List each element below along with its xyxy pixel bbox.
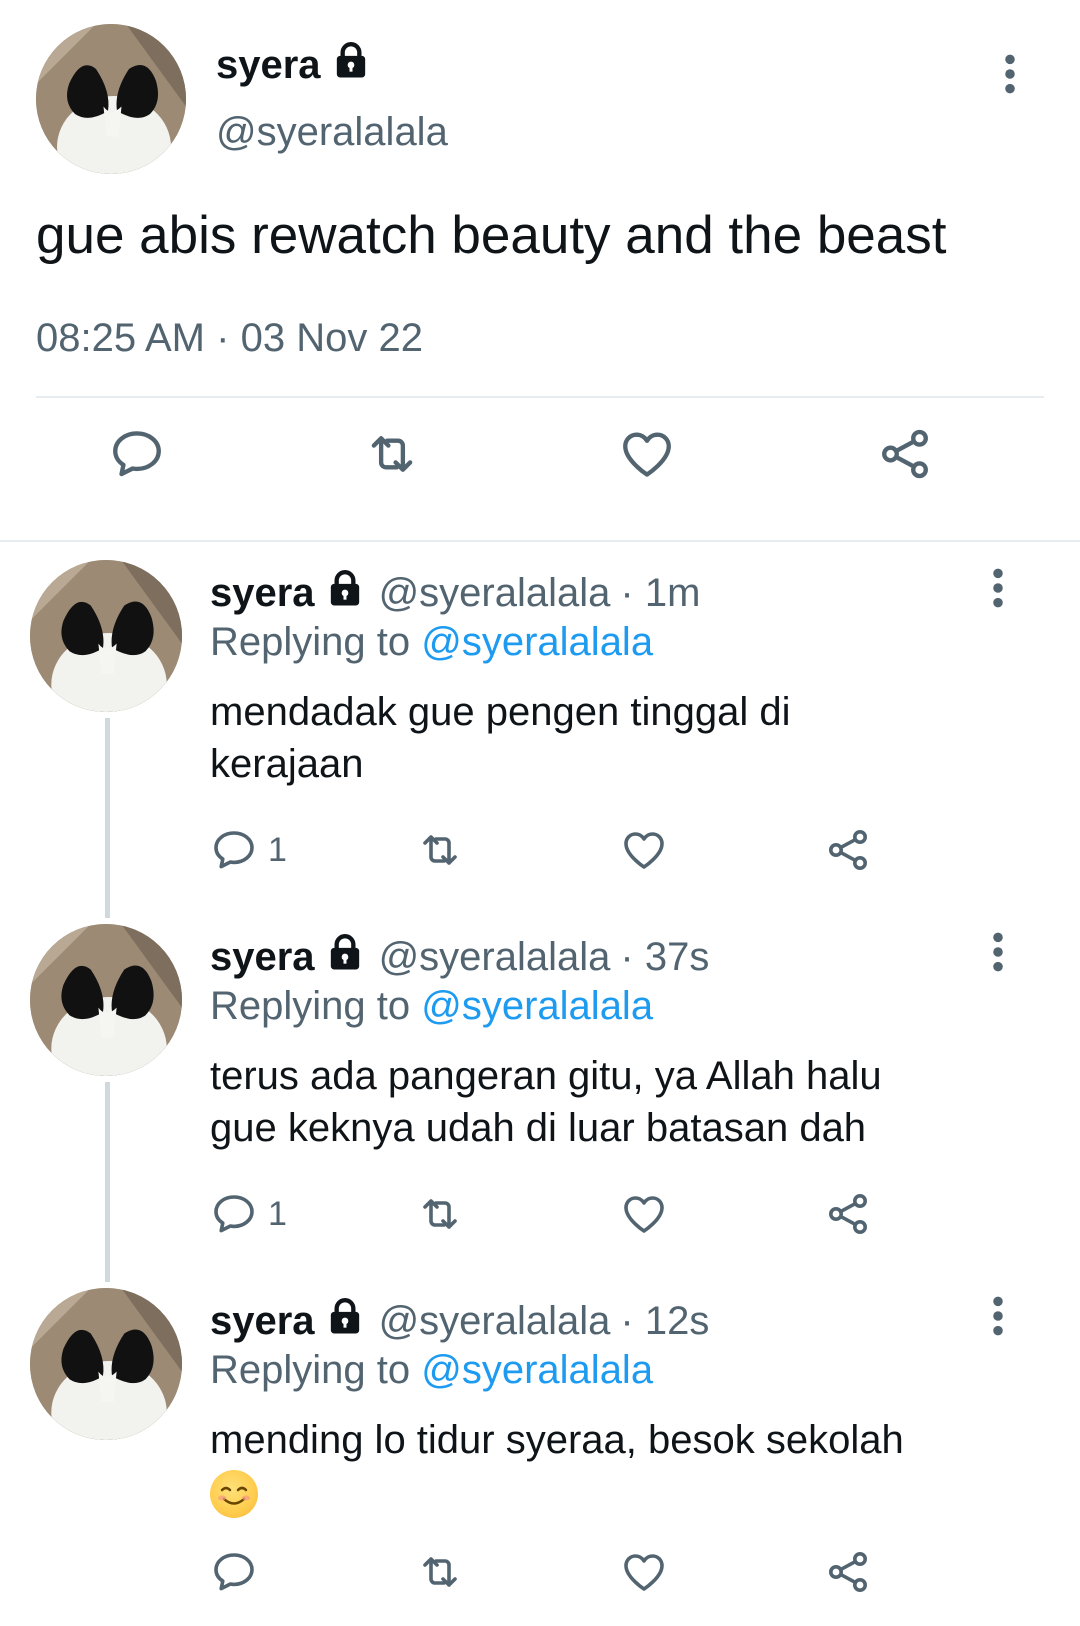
reply-icon (108, 425, 166, 483)
reply-avatar[interactable] (30, 560, 182, 712)
retweet-button[interactable] (414, 826, 466, 874)
share-icon (876, 425, 934, 483)
like-icon (620, 1190, 668, 1238)
like-icon (620, 826, 668, 874)
reply-icon (210, 1548, 258, 1596)
like-button[interactable] (620, 826, 668, 874)
reply-count: 1 (268, 1194, 287, 1233)
like-icon (618, 425, 676, 483)
thread-line (105, 718, 110, 918)
reply-icon (210, 1190, 258, 1238)
main-display-name[interactable]: syera (216, 40, 371, 90)
share-icon (824, 1190, 872, 1238)
share-button[interactable] (876, 425, 934, 483)
divider (36, 396, 1044, 398)
like-button[interactable] (618, 425, 676, 483)
reply-count: 1 (268, 830, 287, 869)
more-options-icon[interactable] (990, 930, 1006, 974)
smiling-face-emoji (210, 1470, 258, 1518)
reply-avatar[interactable] (30, 924, 182, 1076)
reply-button[interactable]: 1 (210, 826, 287, 874)
replying-to: Replying to @syeralalala (210, 984, 654, 1028)
section-divider (0, 540, 1080, 542)
main-tweet-timestamp: 08:25 AM · 03 Nov 22 (36, 316, 423, 360)
lock-icon (325, 1296, 365, 1346)
retweet-button[interactable] (362, 425, 422, 483)
retweet-button[interactable] (414, 1548, 466, 1596)
share-icon (824, 826, 872, 874)
more-options-icon[interactable] (1002, 52, 1018, 96)
retweet-icon (414, 826, 466, 874)
more-options-icon[interactable] (990, 566, 1006, 610)
replying-to-link[interactable]: @syeralalala (421, 620, 653, 664)
lock-icon (325, 932, 365, 982)
reply-text: terus ada pangeran gitu, ya Allah halu g… (210, 1054, 882, 1150)
reply-text: mending lo tidur syeraa, besok sekolah (210, 1414, 990, 1522)
retweet-icon (362, 425, 422, 483)
share-icon (824, 1548, 872, 1596)
share-button[interactable] (824, 1548, 872, 1596)
reply-icon (210, 826, 258, 874)
reply-header: syera @syeralalala · 37s (210, 932, 709, 982)
retweet-icon (414, 1548, 466, 1596)
lock-icon (325, 568, 365, 618)
retweet-button[interactable] (414, 1190, 466, 1238)
retweet-icon (414, 1190, 466, 1238)
lock-icon (331, 40, 371, 90)
reply-header: syera @syeralalala · 12s (210, 1296, 709, 1346)
reply-avatar[interactable] (30, 1288, 182, 1440)
reply-button[interactable] (108, 425, 166, 483)
main-handle[interactable]: @syeralalala (216, 110, 448, 155)
main-avatar[interactable] (36, 24, 186, 174)
reply-header: syera @syeralalala · 1m (210, 568, 700, 618)
like-icon (620, 1548, 668, 1596)
reply-text: mendadak gue pengen tinggal di kerajaan (210, 690, 791, 786)
replying-to: Replying to @syeralalala (210, 620, 654, 664)
share-button[interactable] (824, 826, 872, 874)
replying-to-link[interactable]: @syeralalala (421, 984, 653, 1028)
like-button[interactable] (620, 1548, 668, 1596)
main-tweet-text: gue abis rewatch beauty and the beast (36, 206, 947, 265)
share-button[interactable] (824, 1190, 872, 1238)
replying-to-link[interactable]: @syeralalala (421, 1348, 653, 1392)
reply-button[interactable]: 1 (210, 1190, 287, 1238)
thread-line (105, 1082, 110, 1282)
more-options-icon[interactable] (990, 1294, 1006, 1338)
replying-to: Replying to @syeralalala (210, 1348, 654, 1392)
reply-button[interactable] (210, 1548, 258, 1596)
like-button[interactable] (620, 1190, 668, 1238)
